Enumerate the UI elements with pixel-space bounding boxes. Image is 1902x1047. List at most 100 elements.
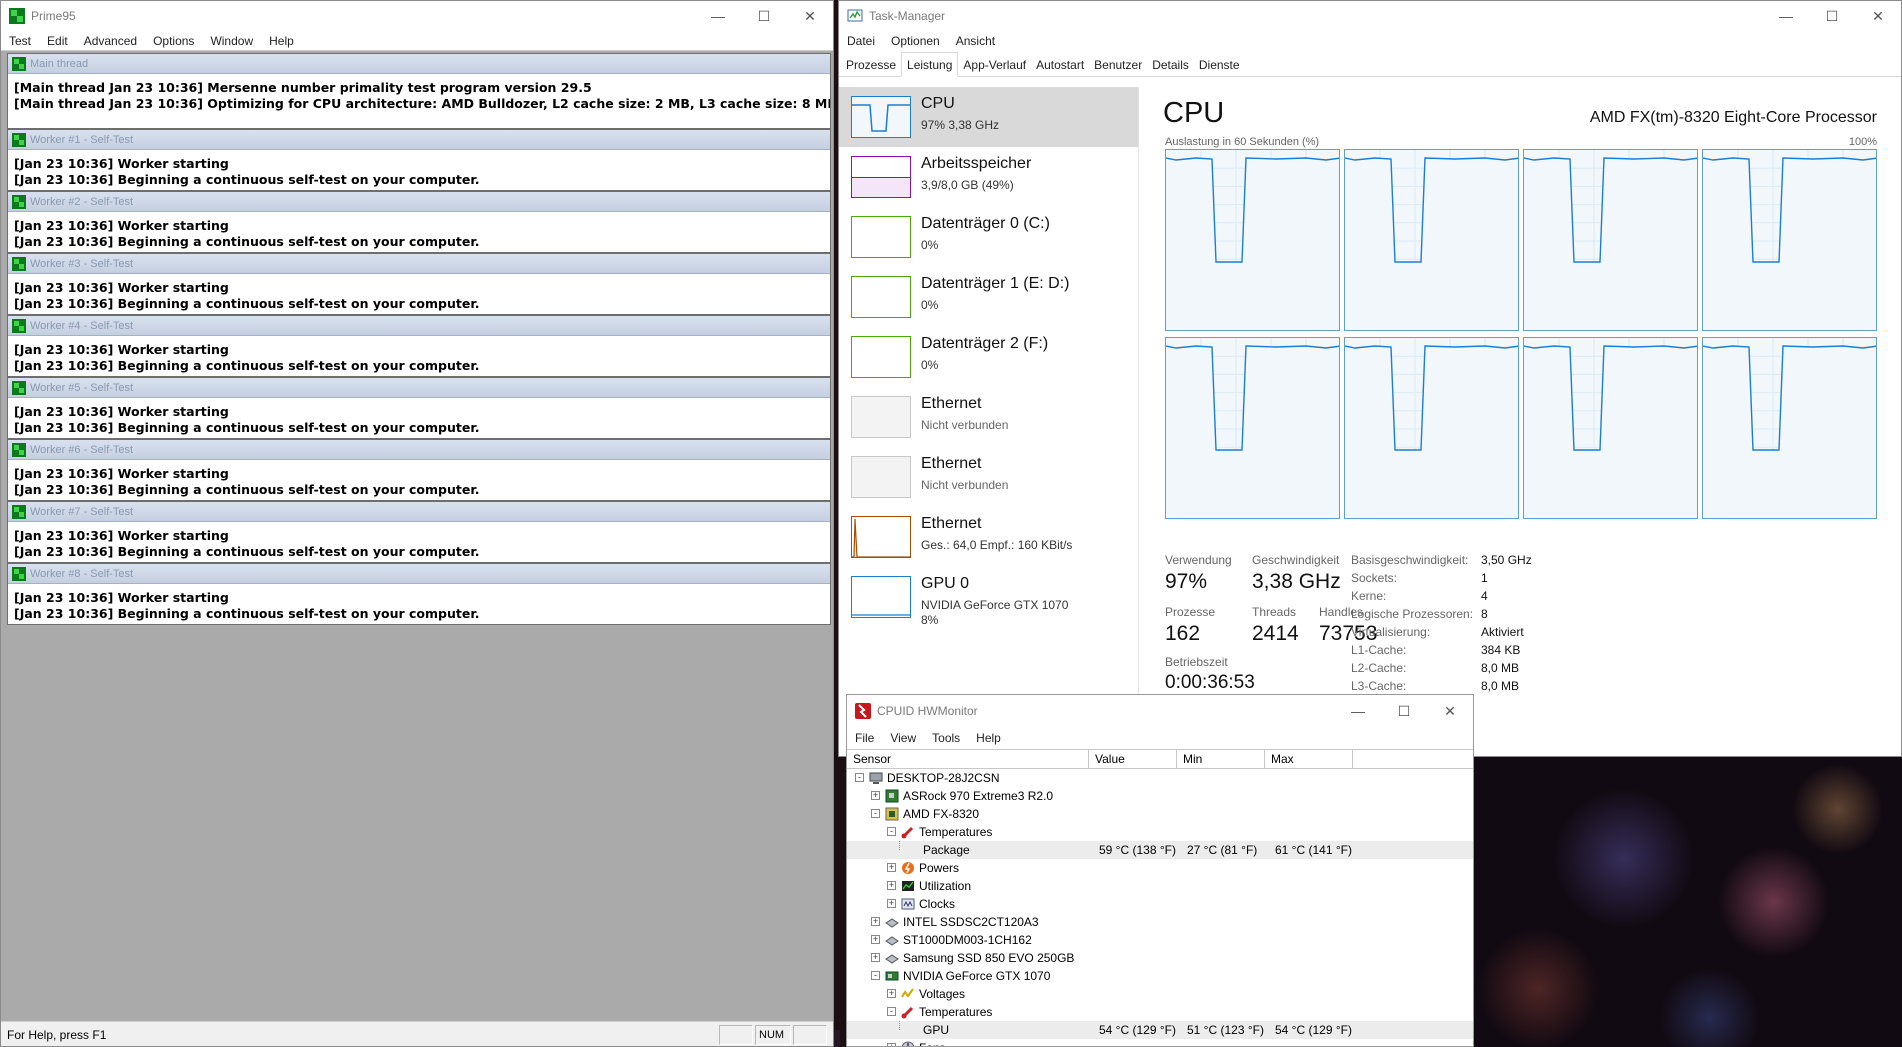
minimize-button[interactable]: — bbox=[1335, 695, 1381, 727]
mdi-window-worker-3[interactable]: Worker #3 - Self-Test [Jan 23 10:36] Wor… bbox=[7, 253, 831, 315]
hwmonitor-titlebar[interactable]: CPUID HWMonitor — ☐ ✕ bbox=[847, 695, 1473, 727]
mdi-window-worker-7[interactable]: Worker #7 - Self-Test [Jan 23 10:36] Wor… bbox=[7, 501, 831, 563]
tab-autostart[interactable]: Autostart bbox=[1031, 53, 1089, 76]
menu-window[interactable]: Window bbox=[202, 34, 261, 48]
tree-node[interactable]: + ASRock 970 Extreme3 R2.0 bbox=[847, 787, 1473, 805]
expand-icon[interactable]: + bbox=[871, 917, 880, 926]
resource-ethernet-3[interactable]: Ethernet Ges.: 64,0 Empf.: 160 KBit/s bbox=[839, 507, 1138, 567]
mdi-titlebar[interactable]: Worker #4 - Self-Test bbox=[8, 316, 830, 336]
col-sensor[interactable]: Sensor bbox=[847, 750, 1089, 768]
maximize-button[interactable]: ☐ bbox=[1809, 1, 1855, 31]
expand-icon[interactable]: + bbox=[887, 989, 896, 998]
maximize-button[interactable]: ☐ bbox=[741, 1, 787, 31]
usage-value: 97% bbox=[1165, 570, 1208, 593]
menu-view[interactable]: View bbox=[882, 731, 924, 745]
menu-optionen[interactable]: Optionen bbox=[883, 34, 948, 48]
mdi-titlebar[interactable]: Worker #6 - Self-Test bbox=[8, 440, 830, 460]
tree-node[interactable]: + Utilization bbox=[847, 877, 1473, 895]
mdi-window-worker-8[interactable]: Worker #8 - Self-Test [Jan 23 10:36] Wor… bbox=[7, 563, 831, 625]
sensor-reading-row[interactable]: Package 59 °C (138 °F) 27 °C (81 °F) 61 °C … bbox=[847, 841, 1473, 859]
resource-memory[interactable]: Arbeitsspeicher 3,9/8,0 GB (49%) bbox=[839, 147, 1138, 207]
collapse-icon[interactable]: - bbox=[887, 827, 896, 836]
tab-prozesse[interactable]: Prozesse bbox=[841, 53, 901, 76]
task-manager-icon bbox=[847, 9, 863, 22]
collapse-icon[interactable]: - bbox=[855, 773, 864, 782]
tab-benutzer[interactable]: Benutzer bbox=[1089, 53, 1147, 76]
menu-ansicht[interactable]: Ansicht bbox=[948, 34, 1003, 48]
tree-node[interactable]: + Clocks bbox=[847, 895, 1473, 913]
tree-node[interactable]: - AMD FX-8320 bbox=[847, 805, 1473, 823]
tree-node[interactable]: - Temperatures bbox=[847, 823, 1473, 841]
tab-leistung[interactable]: Leistung bbox=[901, 52, 959, 77]
hwmonitor-app-icon bbox=[855, 703, 871, 719]
mdi-window-worker-5[interactable]: Worker #5 - Self-Test [Jan 23 10:36] Wor… bbox=[7, 377, 831, 439]
menu-help[interactable]: Help bbox=[261, 34, 302, 48]
resource-ethernet-2[interactable]: Ethernet Nicht verbunden bbox=[839, 447, 1138, 507]
mdi-window-worker-6[interactable]: Worker #6 - Self-Test [Jan 23 10:36] Wor… bbox=[7, 439, 831, 501]
mdi-titlebar[interactable]: Worker #2 - Self-Test bbox=[8, 192, 830, 212]
collapse-icon[interactable]: - bbox=[871, 809, 880, 818]
menu-datei[interactable]: Datei bbox=[839, 34, 883, 48]
expand-icon[interactable]: + bbox=[871, 791, 880, 800]
tree-node[interactable]: - NVIDIA GeForce GTX 1070 bbox=[847, 967, 1473, 985]
tree-node[interactable]: + ST1000DM003-1CH162 bbox=[847, 931, 1473, 949]
tree-node[interactable]: - Temperatures bbox=[847, 1003, 1473, 1021]
expand-icon[interactable]: + bbox=[887, 1043, 896, 1046]
mdi-titlebar[interactable]: Worker #7 - Self-Test bbox=[8, 502, 830, 522]
menu-help[interactable]: Help bbox=[968, 731, 1009, 745]
mdi-window-main-thread[interactable]: Main thread [Main thread Jan 23 10:36] M… bbox=[7, 53, 831, 129]
close-button[interactable]: ✕ bbox=[1855, 1, 1901, 31]
prime95-window[interactable]: Prime95 — ☐ ✕ Test Edit Advanced Options… bbox=[0, 0, 834, 1047]
tree-node[interactable]: - DESKTOP-28J2CSN bbox=[847, 769, 1473, 787]
hwmonitor-window[interactable]: CPUID HWMonitor — ☐ ✕ File View Tools He… bbox=[846, 694, 1474, 1047]
collapse-icon[interactable]: - bbox=[887, 1007, 896, 1016]
task-manager-window[interactable]: Task-Manager — ☐ ✕ Datei Optionen Ansich… bbox=[838, 0, 1902, 757]
cpu-model: AMD FX(tm)-8320 Eight-Core Processor bbox=[1589, 109, 1877, 126]
expand-icon[interactable]: + bbox=[887, 863, 896, 872]
mdi-window-worker-2[interactable]: Worker #2 - Self-Test [Jan 23 10:36] Wor… bbox=[7, 191, 831, 253]
tab-details[interactable]: Details bbox=[1147, 53, 1194, 76]
menu-advanced[interactable]: Advanced bbox=[76, 34, 145, 48]
tree-node[interactable]: + INTEL SSDSC2CT120A3 bbox=[847, 913, 1473, 931]
mdi-titlebar[interactable]: Worker #3 - Self-Test bbox=[8, 254, 830, 274]
tree-node[interactable]: + Samsung SSD 850 EVO 250GB bbox=[847, 949, 1473, 967]
expand-icon[interactable]: + bbox=[887, 881, 896, 890]
col-min[interactable]: Min bbox=[1177, 750, 1265, 768]
tree-node[interactable]: + Powers bbox=[847, 859, 1473, 877]
prime95-titlebar[interactable]: Prime95 — ☐ ✕ bbox=[1, 1, 833, 31]
menu-test[interactable]: Test bbox=[1, 34, 39, 48]
expand-icon[interactable]: + bbox=[871, 953, 880, 962]
expand-icon[interactable]: + bbox=[871, 935, 880, 944]
close-button[interactable]: ✕ bbox=[787, 1, 833, 31]
collapse-icon[interactable]: - bbox=[871, 971, 880, 980]
tree-node[interactable]: + Fans bbox=[847, 1039, 1473, 1046]
sensor-reading-row[interactable]: GPU 54 °C (129 °F) 51 °C (123 °F) 54 °C (12… bbox=[847, 1021, 1473, 1039]
mdi-window-worker-4[interactable]: Worker #4 - Self-Test [Jan 23 10:36] Wor… bbox=[7, 315, 831, 377]
taskmgr-titlebar[interactable]: Task-Manager — ☐ ✕ bbox=[839, 1, 1901, 31]
resource-disk-1[interactable]: Datenträger 1 (E: D:) 0% bbox=[839, 267, 1138, 327]
resource-gpu-0[interactable]: GPU 0 NVIDIA GeForce GTX 1070 8% bbox=[839, 567, 1138, 627]
resource-cpu[interactable]: CPU 97% 3,38 GHz bbox=[839, 87, 1138, 147]
close-button[interactable]: ✕ bbox=[1427, 695, 1473, 727]
menu-file[interactable]: File bbox=[847, 731, 882, 745]
mdi-titlebar[interactable]: Worker #8 - Self-Test bbox=[8, 564, 830, 584]
col-max[interactable]: Max bbox=[1265, 750, 1353, 768]
tab-dienste[interactable]: Dienste bbox=[1194, 53, 1245, 76]
mdi-window-worker-1[interactable]: Worker #1 - Self-Test [Jan 23 10:36] Wor… bbox=[7, 129, 831, 191]
minimize-button[interactable]: — bbox=[695, 1, 741, 31]
mdi-titlebar[interactable]: Worker #1 - Self-Test bbox=[8, 130, 830, 150]
resource-disk-0[interactable]: Datenträger 0 (C:) 0% bbox=[839, 207, 1138, 267]
mdi-titlebar[interactable]: Worker #5 - Self-Test bbox=[8, 378, 830, 398]
menu-edit[interactable]: Edit bbox=[39, 34, 76, 48]
mdi-titlebar[interactable]: Main thread bbox=[8, 54, 830, 74]
tab-app-verlauf[interactable]: App-Verlauf bbox=[958, 53, 1031, 76]
tree-node[interactable]: + Voltages bbox=[847, 985, 1473, 1003]
maximize-button[interactable]: ☐ bbox=[1381, 695, 1427, 727]
menu-tools[interactable]: Tools bbox=[924, 731, 968, 745]
col-value[interactable]: Value bbox=[1089, 750, 1177, 768]
menu-options[interactable]: Options bbox=[145, 34, 202, 48]
minimize-button[interactable]: — bbox=[1763, 1, 1809, 31]
expand-icon[interactable]: + bbox=[887, 899, 896, 908]
resource-disk-2[interactable]: Datenträger 2 (F:) 0% bbox=[839, 327, 1138, 387]
resource-ethernet-1[interactable]: Ethernet Nicht verbunden bbox=[839, 387, 1138, 447]
